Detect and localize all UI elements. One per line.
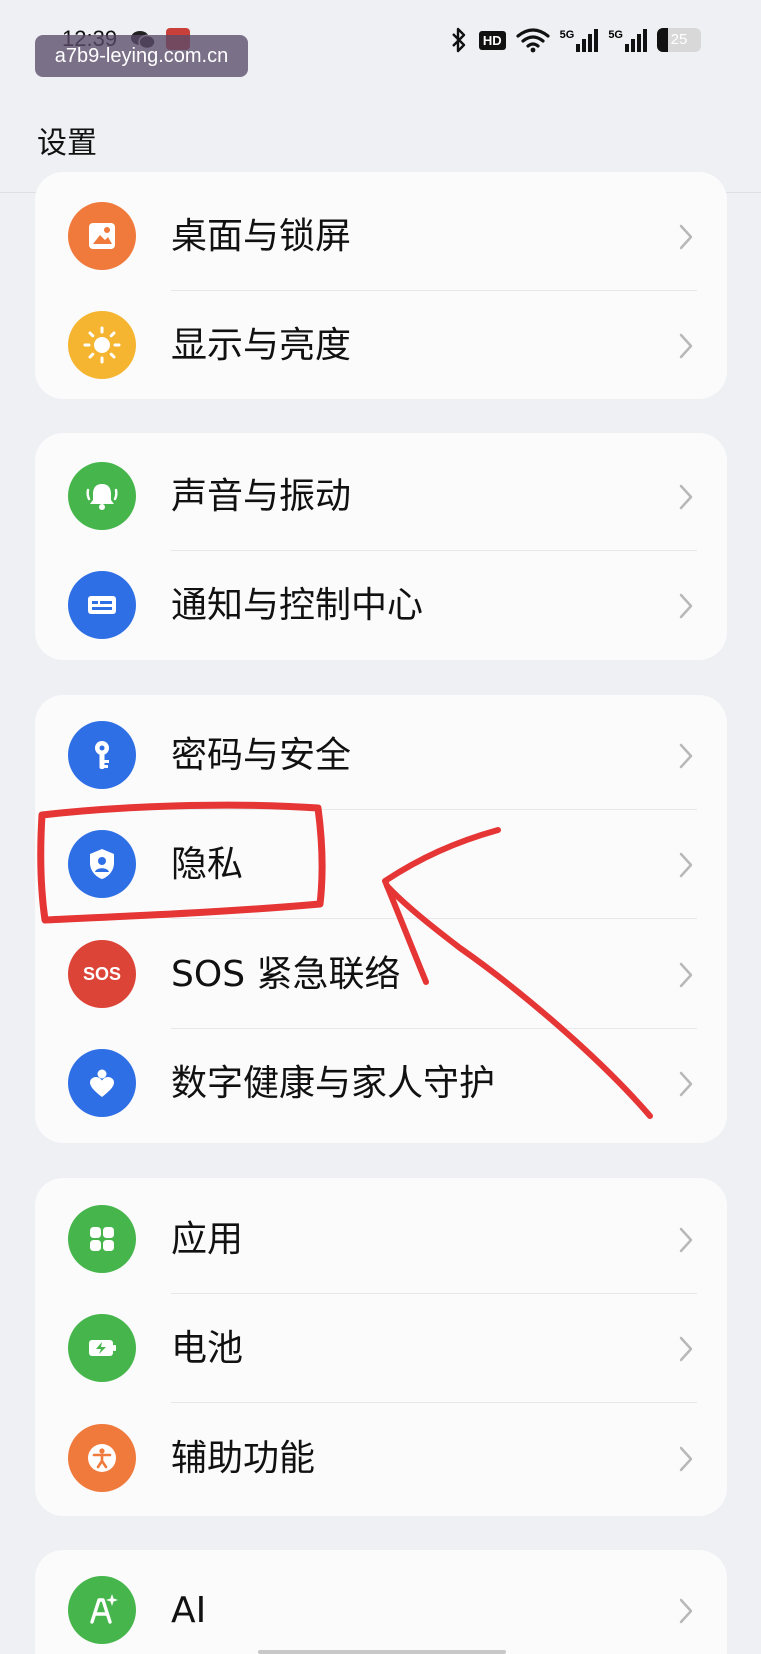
settings-item-ai[interactable]: AI [35,1556,727,1654]
battery-indicator: 25 [657,28,701,52]
ai-sparkle-icon [68,1576,136,1644]
status-indicators: HD 5G 5G 25 [449,24,701,56]
notification-icon [68,571,136,639]
chevron-right-icon [679,852,693,878]
wallpaper-icon [68,202,136,270]
key-icon [68,721,136,789]
wifi-icon [516,28,550,53]
settings-item-label: 数字健康与家人守护 [171,1063,496,1104]
settings-group-ai: AI [35,1550,727,1654]
row-divider [171,918,697,919]
settings-item-label: 通知与控制中心 [171,585,424,626]
settings-item-accessibility[interactable]: 辅助功能 [35,1404,727,1513]
chevron-right-icon [679,1227,693,1253]
chevron-right-icon [679,1598,693,1624]
settings-group-sound: 声音与振动 通知与控制中心 [35,433,727,660]
settings-group-display: 桌面与锁屏 显示与亮度 [35,172,727,399]
settings-item-password-security[interactable]: 密码与安全 [35,701,727,810]
hd-voice-badge: HD [478,30,506,50]
apps-grid-icon [68,1205,136,1273]
settings-item-notification-control-center[interactable]: 通知与控制中心 [35,551,727,660]
settings-item-label: 应用 [171,1219,244,1260]
chevron-right-icon [679,224,693,250]
settings-item-label: 辅助功能 [171,1438,316,1479]
watermark: a7b9-leying.com.cn [35,35,248,77]
settings-item-label: 隐私 [171,844,244,885]
sos-icon: SOS [68,940,136,1008]
settings-screen: 12:39 a7b9-leying.com.cn HD 5G [0,0,761,1654]
settings-item-digital-wellbeing[interactable]: 数字健康与家人守护 [35,1029,727,1138]
settings-item-label: 电池 [171,1328,244,1369]
settings-item-label: SOS 紧急联络 [171,954,401,995]
chevron-right-icon [679,484,693,510]
battery-fill [657,28,668,52]
chevron-right-icon [679,1071,693,1097]
bluetooth-icon [451,27,466,53]
chevron-right-icon [679,333,693,359]
battery-icon [68,1314,136,1382]
settings-item-label: 声音与振动 [171,476,352,517]
page-title: 设置 [37,126,97,161]
settings-item-label: AI [171,1590,207,1631]
settings-item-sos-emergency[interactable]: SOS SOS 紧急联络 [35,920,727,1029]
accessibility-icon [68,1424,136,1492]
privacy-shield-icon [68,830,136,898]
settings-item-battery[interactable]: 电池 [35,1294,727,1403]
settings-group-apps: 应用 电池 辅助功能 [35,1178,727,1516]
chevron-right-icon [679,1336,693,1362]
settings-item-label: 桌面与锁屏 [171,216,352,257]
row-divider [171,1402,697,1403]
chevron-right-icon [679,743,693,769]
chevron-right-icon [679,962,693,988]
signal-5g-sim1: 5G [560,28,599,52]
sun-icon [68,311,136,379]
chevron-right-icon [679,593,693,619]
bell-icon [68,462,136,530]
heart-person-icon [68,1049,136,1117]
settings-item-label: 密码与安全 [171,735,352,776]
status-bar: 12:39 a7b9-leying.com.cn HD 5G [0,0,761,84]
settings-item-display-brightness[interactable]: 显示与亮度 [35,291,727,400]
signal-5g-sim2: 5G [608,28,647,52]
home-indicator [258,1650,506,1654]
settings-item-privacy[interactable]: 隐私 [35,810,727,919]
settings-item-apps[interactable]: 应用 [35,1185,727,1294]
settings-group-security: 密码与安全 隐私 SOS SOS 紧急联络 数字健康与家人守护 [35,695,727,1143]
sos-icon-text: SOS [82,963,121,984]
settings-item-desktop-lockscreen[interactable]: 桌面与锁屏 [35,182,727,291]
settings-item-label: 显示与亮度 [171,325,352,366]
chevron-right-icon [679,1446,693,1472]
settings-item-sound-vibration[interactable]: 声音与振动 [35,442,727,551]
